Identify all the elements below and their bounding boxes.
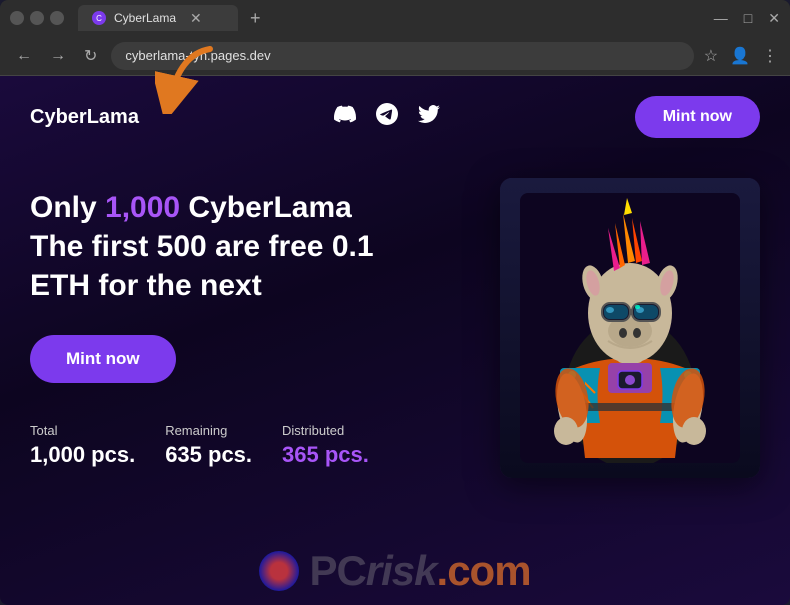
tab-bar: C CyberLama ✕ + — [78, 5, 706, 31]
hero-title-line3: ETH for the next — [30, 269, 262, 302]
browser-frame: C CyberLama ✕ + — □ ✕ ← → ↻ ☆ 👤 ⋮ — [0, 0, 790, 605]
stat-remaining-label: Remaining — [165, 423, 252, 438]
maximize-icon[interactable]: □ — [744, 10, 752, 27]
profile-icon[interactable]: 👤 — [730, 46, 750, 66]
tab-title: CyberLama — [114, 11, 176, 25]
stat-distributed: Distributed 365 pcs. — [282, 423, 369, 468]
site-nav: CyberLama Mint now — [0, 76, 790, 158]
watermark-text: PCrisk.com — [309, 547, 530, 595]
hero-title-name: CyberLama — [180, 191, 352, 224]
new-tab-button[interactable]: + — [244, 8, 267, 29]
address-input[interactable] — [111, 42, 693, 70]
toolbar-icons: ☆ 👤 ⋮ — [704, 46, 778, 66]
tab-favicon: C — [92, 11, 106, 25]
discord-icon[interactable] — [334, 103, 356, 131]
minimize-icon[interactable]: — — [714, 10, 728, 27]
back-button[interactable]: ← — [12, 43, 36, 69]
stat-distributed-label: Distributed — [282, 423, 369, 438]
hero-title-number: 1,000 — [105, 191, 180, 224]
mint-button-nav[interactable]: Mint now — [635, 96, 760, 138]
tab-close-button[interactable]: ✕ — [190, 11, 202, 25]
stats-section: Total 1,000 pcs. Remaining 635 pcs. Dist… — [30, 423, 460, 468]
hero-section: Only 1,000 CyberLama The first 500 are f… — [0, 158, 790, 498]
nft-card — [500, 178, 760, 478]
close-icon[interactable]: ✕ — [768, 10, 780, 27]
reload-button[interactable]: ↻ — [80, 42, 101, 70]
menu-icon[interactable]: ⋮ — [762, 46, 778, 66]
browser-tab[interactable]: C CyberLama ✕ — [78, 5, 238, 31]
stat-total-value: 1,000 pcs. — [30, 442, 135, 468]
stat-total: Total 1,000 pcs. — [30, 423, 135, 468]
hero-title-line2: The first 500 are free 0.1 — [30, 230, 374, 263]
hero-text: Only 1,000 CyberLama The first 500 are f… — [30, 178, 460, 468]
watermark-com: .com — [437, 547, 531, 594]
window-minimize-button[interactable] — [30, 11, 44, 25]
twitter-icon[interactable] — [418, 103, 440, 131]
stat-remaining-value: 635 pcs. — [165, 442, 252, 468]
stat-total-label: Total — [30, 423, 135, 438]
title-bar: C CyberLama ✕ + — □ ✕ — [0, 0, 790, 36]
forward-button[interactable]: → — [46, 43, 70, 69]
stat-remaining: Remaining 635 pcs. — [165, 423, 252, 468]
stat-distributed-value: 365 pcs. — [282, 442, 369, 468]
watermark-pc: PC — [309, 547, 365, 594]
window-controls: — □ ✕ — [714, 10, 780, 27]
hero-title: Only 1,000 CyberLama The first 500 are f… — [30, 188, 460, 305]
window-maximize-button[interactable] — [50, 11, 64, 25]
address-bar-row: ← → ↻ ☆ 👤 ⋮ — [0, 36, 790, 76]
telegram-icon[interactable] — [376, 103, 398, 131]
nft-image — [500, 178, 760, 478]
watermark-risk: risk — [366, 547, 437, 594]
window-close-button[interactable] — [10, 11, 24, 25]
watermark-icon — [259, 551, 299, 591]
window-control-buttons — [10, 11, 64, 25]
site-logo: CyberLama — [30, 106, 139, 129]
nft-container — [480, 178, 760, 478]
mint-button-hero[interactable]: Mint now — [30, 335, 176, 383]
webpage-content: CyberLama Mint now — [0, 76, 790, 605]
hero-title-only: Only — [30, 191, 105, 224]
bookmark-icon[interactable]: ☆ — [704, 46, 718, 66]
watermark: PCrisk.com — [0, 547, 790, 595]
nav-icons — [334, 103, 440, 131]
